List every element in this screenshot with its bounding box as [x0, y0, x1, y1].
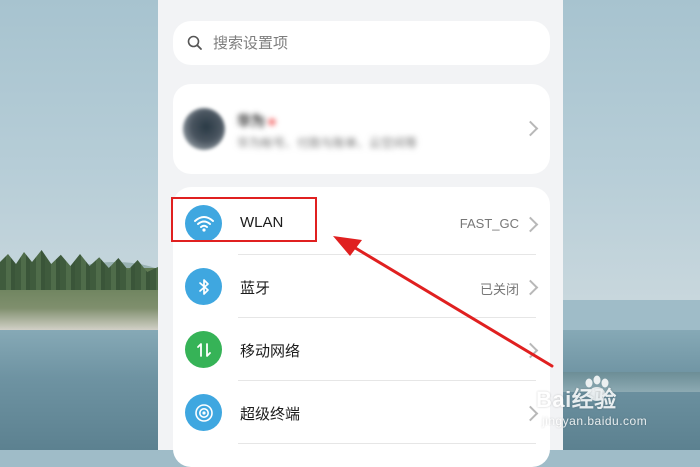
watermark-brand: Bai经验: [536, 387, 617, 412]
watermark-url: jingyan.baidu.com: [542, 414, 648, 428]
watermark: Bai经验 jingyan.baidu.com: [536, 375, 700, 440]
